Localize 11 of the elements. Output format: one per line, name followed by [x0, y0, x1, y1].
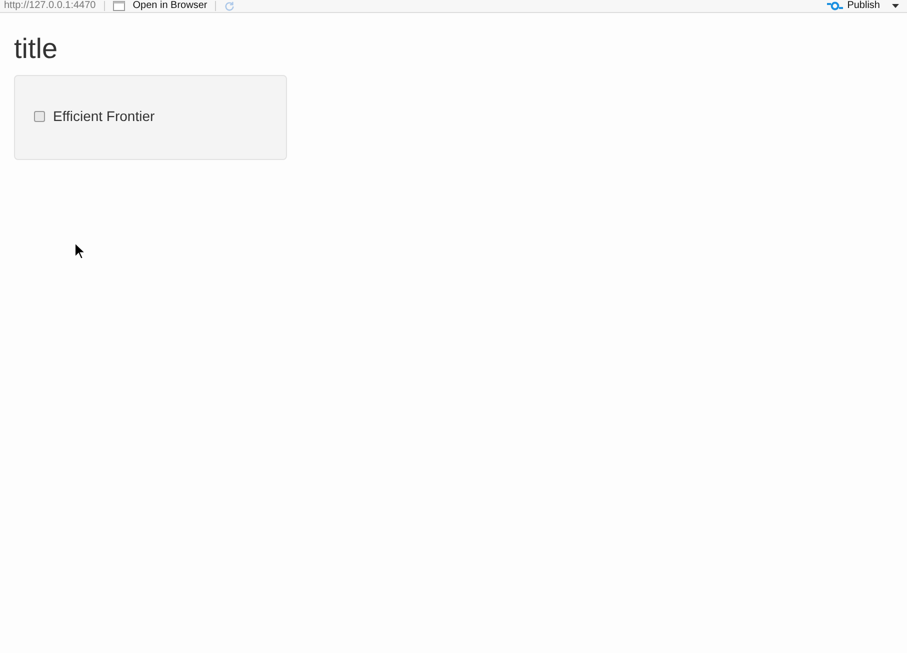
- publish-button[interactable]: Publish: [847, 0, 880, 12]
- caret-icon[interactable]: [892, 4, 899, 8]
- browser-window-icon[interactable]: [112, 1, 125, 11]
- publish-icon[interactable]: [827, 1, 844, 11]
- url-text: http://127.0.0.1:4470: [4, 0, 96, 12]
- refresh-icon[interactable]: [224, 0, 236, 12]
- page-title: title: [14, 33, 59, 65]
- checkbox-label[interactable]: Efficient Frontier: [53, 106, 155, 127]
- checkbox[interactable]: [34, 111, 45, 122]
- open-in-browser-button[interactable]: Open in Browser: [132, 0, 208, 12]
- mouse-pointer-icon: [74, 242, 86, 260]
